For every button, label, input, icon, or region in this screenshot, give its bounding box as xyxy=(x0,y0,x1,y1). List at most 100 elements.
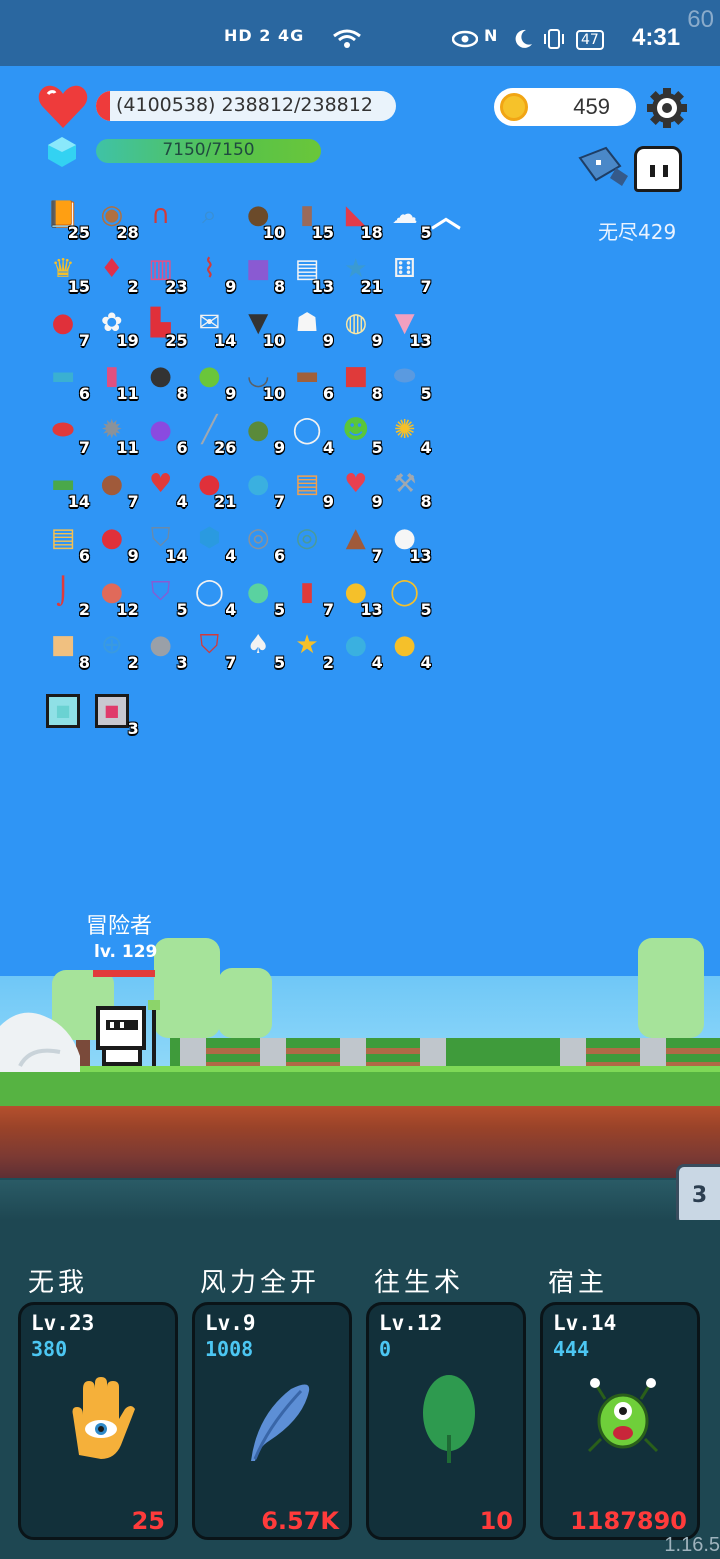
inventory-item-bulb[interactable]: ◍ 9 xyxy=(337,304,382,350)
inventory-item-ring[interactable]: ◯ 5 xyxy=(386,573,432,619)
item-count: 5 xyxy=(274,599,286,619)
item-count: 4 xyxy=(420,438,432,458)
inventory-item-bomb-potion[interactable]: ● 4 xyxy=(337,626,382,672)
inventory-item-sword[interactable]: ╱ 26 xyxy=(190,411,237,457)
inventory-item-ghost[interactable]: ☗ 9 xyxy=(288,304,334,350)
item-count: 4 xyxy=(322,438,334,458)
inventory-item-sapphire[interactable]: ⬢ 4 xyxy=(190,519,236,565)
inventory-item-book[interactable]: 📙 25 xyxy=(44,196,90,242)
inventory-item-purple-box[interactable]: ■ 8 xyxy=(239,250,285,296)
inventory-item-capsule-blue[interactable]: ⬬ 5 xyxy=(386,357,431,403)
inventory-item-hook[interactable]: ⌡ 2 xyxy=(44,573,90,619)
inventory-item-steak[interactable]: ● 12 xyxy=(93,573,138,619)
inventory-item-star-shield[interactable]: ⛉ 5 xyxy=(142,573,188,619)
inventory-item-shield-round[interactable]: ◉ 28 xyxy=(93,196,138,242)
inventory-item-sock[interactable]: ▙ 25 xyxy=(142,304,188,350)
inventory-item-crosshair[interactable]: ⊕ 2 xyxy=(93,626,139,672)
inventory-item-fist[interactable]: ■ 8 xyxy=(44,626,90,672)
inventory-item-lamp-frame[interactable]: ■ xyxy=(44,692,84,732)
side-tab[interactable]: 3 xyxy=(676,1164,720,1226)
inventory-item-lime[interactable]: ● 9 xyxy=(190,357,236,403)
inventory-item-strawberry[interactable]: ● 7 xyxy=(44,304,90,350)
inventory-item-capsule-red[interactable]: ⬬ 7 xyxy=(44,411,90,457)
inventory-item-grenade[interactable]: ● 9 xyxy=(239,411,285,457)
inventory-item-zombie[interactable]: ☻ 5 xyxy=(337,411,383,457)
inventory-item-ruby[interactable]: ♦ 2 xyxy=(93,250,139,296)
inventory-item-axe[interactable]: ⚒ 8 xyxy=(386,465,432,511)
inventory-item-parchment[interactable]: ▤ 9 xyxy=(288,465,334,511)
inventory-item-scroll[interactable]: ▬ 6 xyxy=(44,357,90,403)
inventory-item-crest-shield[interactable]: ⛉ 7 xyxy=(190,626,237,672)
inventory-item-sunflower[interactable]: ✺ 4 xyxy=(386,411,432,457)
inventory-item-envelope[interactable]: ✉ 14 xyxy=(190,304,236,350)
thermometer-icon: ⌇ xyxy=(203,253,216,284)
inventory-item-cloud[interactable]: ☁ 5 xyxy=(386,196,432,242)
inventory-item-clipboard[interactable]: ▤ 13 xyxy=(288,250,334,296)
inventory-item-coins-stack[interactable]: ● 4 xyxy=(386,626,431,672)
inventory-item-mushroom[interactable]: ● 9 xyxy=(93,519,138,565)
item-count: 9 xyxy=(371,492,383,511)
inventory-item-ice-cream[interactable]: ▼ 13 xyxy=(386,304,432,350)
bomb-potion-icon: ● xyxy=(344,630,368,661)
item-count: 28 xyxy=(116,223,139,242)
inventory-item-meat[interactable]: ● 7 xyxy=(93,465,138,511)
noose-icon: ◯ xyxy=(194,576,224,607)
inventory-item-map[interactable]: ▤ 6 xyxy=(44,519,90,565)
inventory-item-magic-wand[interactable]: ★ 2 xyxy=(288,626,334,672)
gear-icon[interactable] xyxy=(646,87,688,129)
meat-icon: ● xyxy=(100,469,124,499)
inventory-item-dice[interactable]: ⚅ 7 xyxy=(386,250,431,296)
inventory-item-coconut[interactable]: ● 10 xyxy=(239,196,285,242)
inventory-item-mace[interactable]: ✹ 11 xyxy=(93,411,139,457)
map-icon: ▤ xyxy=(50,522,76,553)
skill-card-fengli[interactable]: Lv.9 1008 6.57K xyxy=(192,1302,352,1540)
capsule-red-icon: ⬬ xyxy=(51,415,75,446)
inventory-item-magnifier[interactable]: ⌕ xyxy=(190,196,230,236)
inventory-item-round-shield[interactable]: ◎ xyxy=(288,519,328,559)
inventory-item-flower[interactable]: ✿ 19 xyxy=(93,304,139,350)
inventory-item-halo[interactable]: ◯ 4 xyxy=(288,411,334,457)
skill-card-wuwo[interactable]: Lv.23 380 25 xyxy=(18,1302,178,1540)
skill-card-suzhu[interactable]: Lv.14 444 1187890 xyxy=(540,1302,700,1540)
inventory-item-cash[interactable]: ▬ 14 xyxy=(44,465,90,511)
inventory-item-compass[interactable]: ◎ 6 xyxy=(239,519,285,565)
ghost-button[interactable] xyxy=(634,146,682,192)
inventory-item-star-card[interactable]: ★ 21 xyxy=(337,250,383,296)
fish-stage-icon[interactable] xyxy=(576,146,630,188)
inventory-item-broken-heart[interactable]: ♥ 4 xyxy=(142,465,188,511)
inventory-item-cards[interactable]: ♠ 5 xyxy=(239,626,286,672)
inventory-item-alarm[interactable]: ● 13 xyxy=(337,573,382,619)
inventory-item-fried-egg[interactable]: ● 13 xyxy=(386,519,431,565)
coins-stack-icon: ● xyxy=(393,630,416,661)
inventory-item-noose[interactable]: ◯ 4 xyxy=(190,573,237,619)
inventory-item-gift[interactable]: ■ 8 xyxy=(337,357,383,403)
inventory-item-spray-bottle[interactable]: ▮ 11 xyxy=(93,357,139,403)
inventory-item-tombstone[interactable]: ▮ 15 xyxy=(288,196,334,242)
inventory-item-cauldron[interactable]: ● 8 xyxy=(142,357,187,403)
inventory-item-watermelon[interactable]: ◣ 18 xyxy=(337,196,383,242)
item-count: 7 xyxy=(78,438,90,458)
inventory-item-potion-green[interactable]: ● 5 xyxy=(239,573,285,619)
item-count: 9 xyxy=(274,438,286,458)
inventory-item-thermometer[interactable]: ⌇ 9 xyxy=(190,250,236,296)
inventory-item-shield[interactable]: ⛉ 14 xyxy=(142,519,188,565)
inventory-item-crystal-ball[interactable]: ● 6 xyxy=(142,411,187,457)
inventory-item-bookmark[interactable]: ▮ 7 xyxy=(288,573,334,619)
collapse-chevron-icon[interactable]: ︿ xyxy=(428,203,464,233)
inventory-item-blade-frame[interactable]: ■ 3 xyxy=(93,692,139,738)
item-count: 21 xyxy=(360,276,383,296)
knight-hero[interactable] xyxy=(94,1000,164,1070)
inventory-item-meteor[interactable]: ● 3 xyxy=(142,626,187,672)
inventory-item-cake[interactable]: ▲ 7 xyxy=(337,519,383,565)
inventory-item-bat[interactable]: ▼ 10 xyxy=(239,304,285,350)
item-count: 4 xyxy=(225,599,237,619)
inventory-item-mortar[interactable]: ◡ 10 xyxy=(239,357,285,403)
inventory-item-crown[interactable]: ♛ 15 xyxy=(44,250,90,296)
inventory-item-treasure-chest[interactable]: ▬ 6 xyxy=(288,357,334,403)
skill-card-wangsheng[interactable]: Lv.12 0 10 xyxy=(366,1302,526,1540)
inventory-item-jam-jar[interactable]: ▥ 23 xyxy=(142,250,187,296)
inventory-item-apple[interactable]: ● 21 xyxy=(190,465,236,511)
inventory-item-magnet[interactable]: ∩ xyxy=(142,196,182,236)
inventory-item-chat[interactable]: ● 7 xyxy=(239,465,285,511)
inventory-item-heart[interactable]: ♥ 9 xyxy=(337,465,383,511)
